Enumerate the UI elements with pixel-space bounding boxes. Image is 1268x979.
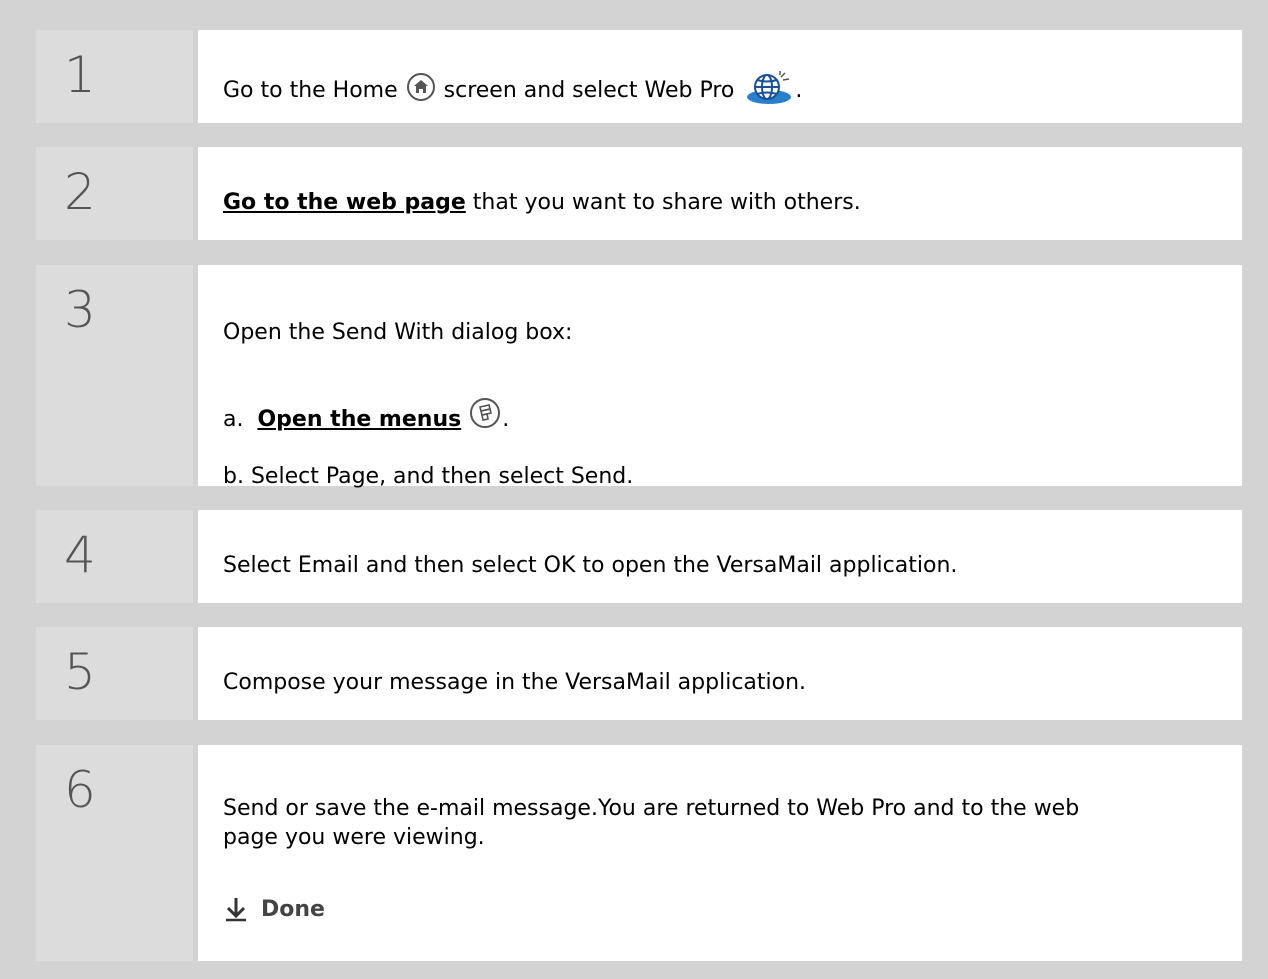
web-pro-globe-icon bbox=[745, 71, 795, 105]
step-6: 6 Send or save the e-mail message.You ar… bbox=[36, 745, 1242, 961]
step-number: 1 bbox=[64, 46, 96, 104]
step-number: 6 bbox=[64, 761, 96, 819]
sub-a-prefix: a. bbox=[223, 407, 244, 432]
step-1-text-after: . bbox=[795, 78, 803, 103]
step-number-cell: 3 bbox=[36, 265, 193, 486]
step-2-text: Go to the web page that you want to shar… bbox=[223, 189, 861, 217]
step-content: Select Email and then select OK to open … bbox=[198, 510, 1242, 603]
step-3-sub-a: a. Open the menus . bbox=[223, 398, 509, 434]
step-6-line2: page you were viewing. bbox=[223, 825, 485, 850]
open-the-menus-link[interactable]: Open the menus bbox=[257, 407, 461, 432]
step-1-text-middle: screen and select Web Pro bbox=[443, 78, 735, 103]
step-number: 2 bbox=[64, 163, 96, 221]
step-3: 3 Open the Send With dialog box: a. Open… bbox=[36, 265, 1242, 489]
step-1: 1 Go to the Home screen and select Web P… bbox=[36, 30, 1242, 123]
step-number: 5 bbox=[64, 643, 96, 701]
step-number: 3 bbox=[64, 281, 96, 339]
step-number-cell: 4 bbox=[36, 510, 193, 603]
step-2-text-after: that you want to share with others. bbox=[465, 190, 861, 215]
down-arrow-icon bbox=[223, 896, 249, 930]
step-content: Send or save the e-mail message.You are … bbox=[198, 745, 1242, 961]
step-3-sub-b: b. Select Page, and then select Send. bbox=[223, 464, 634, 489]
step-content: Go to the web page that you want to shar… bbox=[198, 147, 1242, 240]
step-number-cell: 5 bbox=[36, 627, 193, 720]
go-to-web-page-link[interactable]: Go to the web page bbox=[223, 190, 466, 215]
step-number-cell: 6 bbox=[36, 745, 193, 961]
step-number-cell: 1 bbox=[36, 30, 193, 123]
step-6-line1: Send or save the e-mail message.You are … bbox=[223, 796, 1080, 821]
step-number: 4 bbox=[64, 526, 96, 584]
step-4: 4 Select Email and then select OK to ope… bbox=[36, 510, 1242, 603]
menu-icon bbox=[470, 398, 501, 428]
step-5-text: Compose your message in the VersaMail ap… bbox=[223, 670, 807, 695]
sub-a-after: . bbox=[502, 407, 510, 432]
step-2: 2 Go to the web page that you want to sh… bbox=[36, 147, 1242, 240]
step-5: 5 Compose your message in the VersaMail … bbox=[36, 627, 1242, 720]
done-marker: Done bbox=[223, 896, 325, 930]
step-4-text: Select Email and then select OK to open … bbox=[223, 553, 958, 578]
home-icon bbox=[406, 73, 435, 101]
step-1-text-before: Go to the Home bbox=[223, 78, 398, 103]
step-3-intro: Open the Send With dialog box: bbox=[223, 320, 573, 345]
step-1-text: Go to the Home screen and select Web Pro bbox=[223, 71, 802, 105]
done-label: Done bbox=[261, 897, 325, 922]
step-content: Compose your message in the VersaMail ap… bbox=[198, 627, 1242, 720]
step-number-cell: 2 bbox=[36, 147, 193, 240]
step-content: Go to the Home screen and select Web Pro bbox=[198, 30, 1242, 123]
step-content: Open the Send With dialog box: a. Open t… bbox=[198, 265, 1242, 489]
